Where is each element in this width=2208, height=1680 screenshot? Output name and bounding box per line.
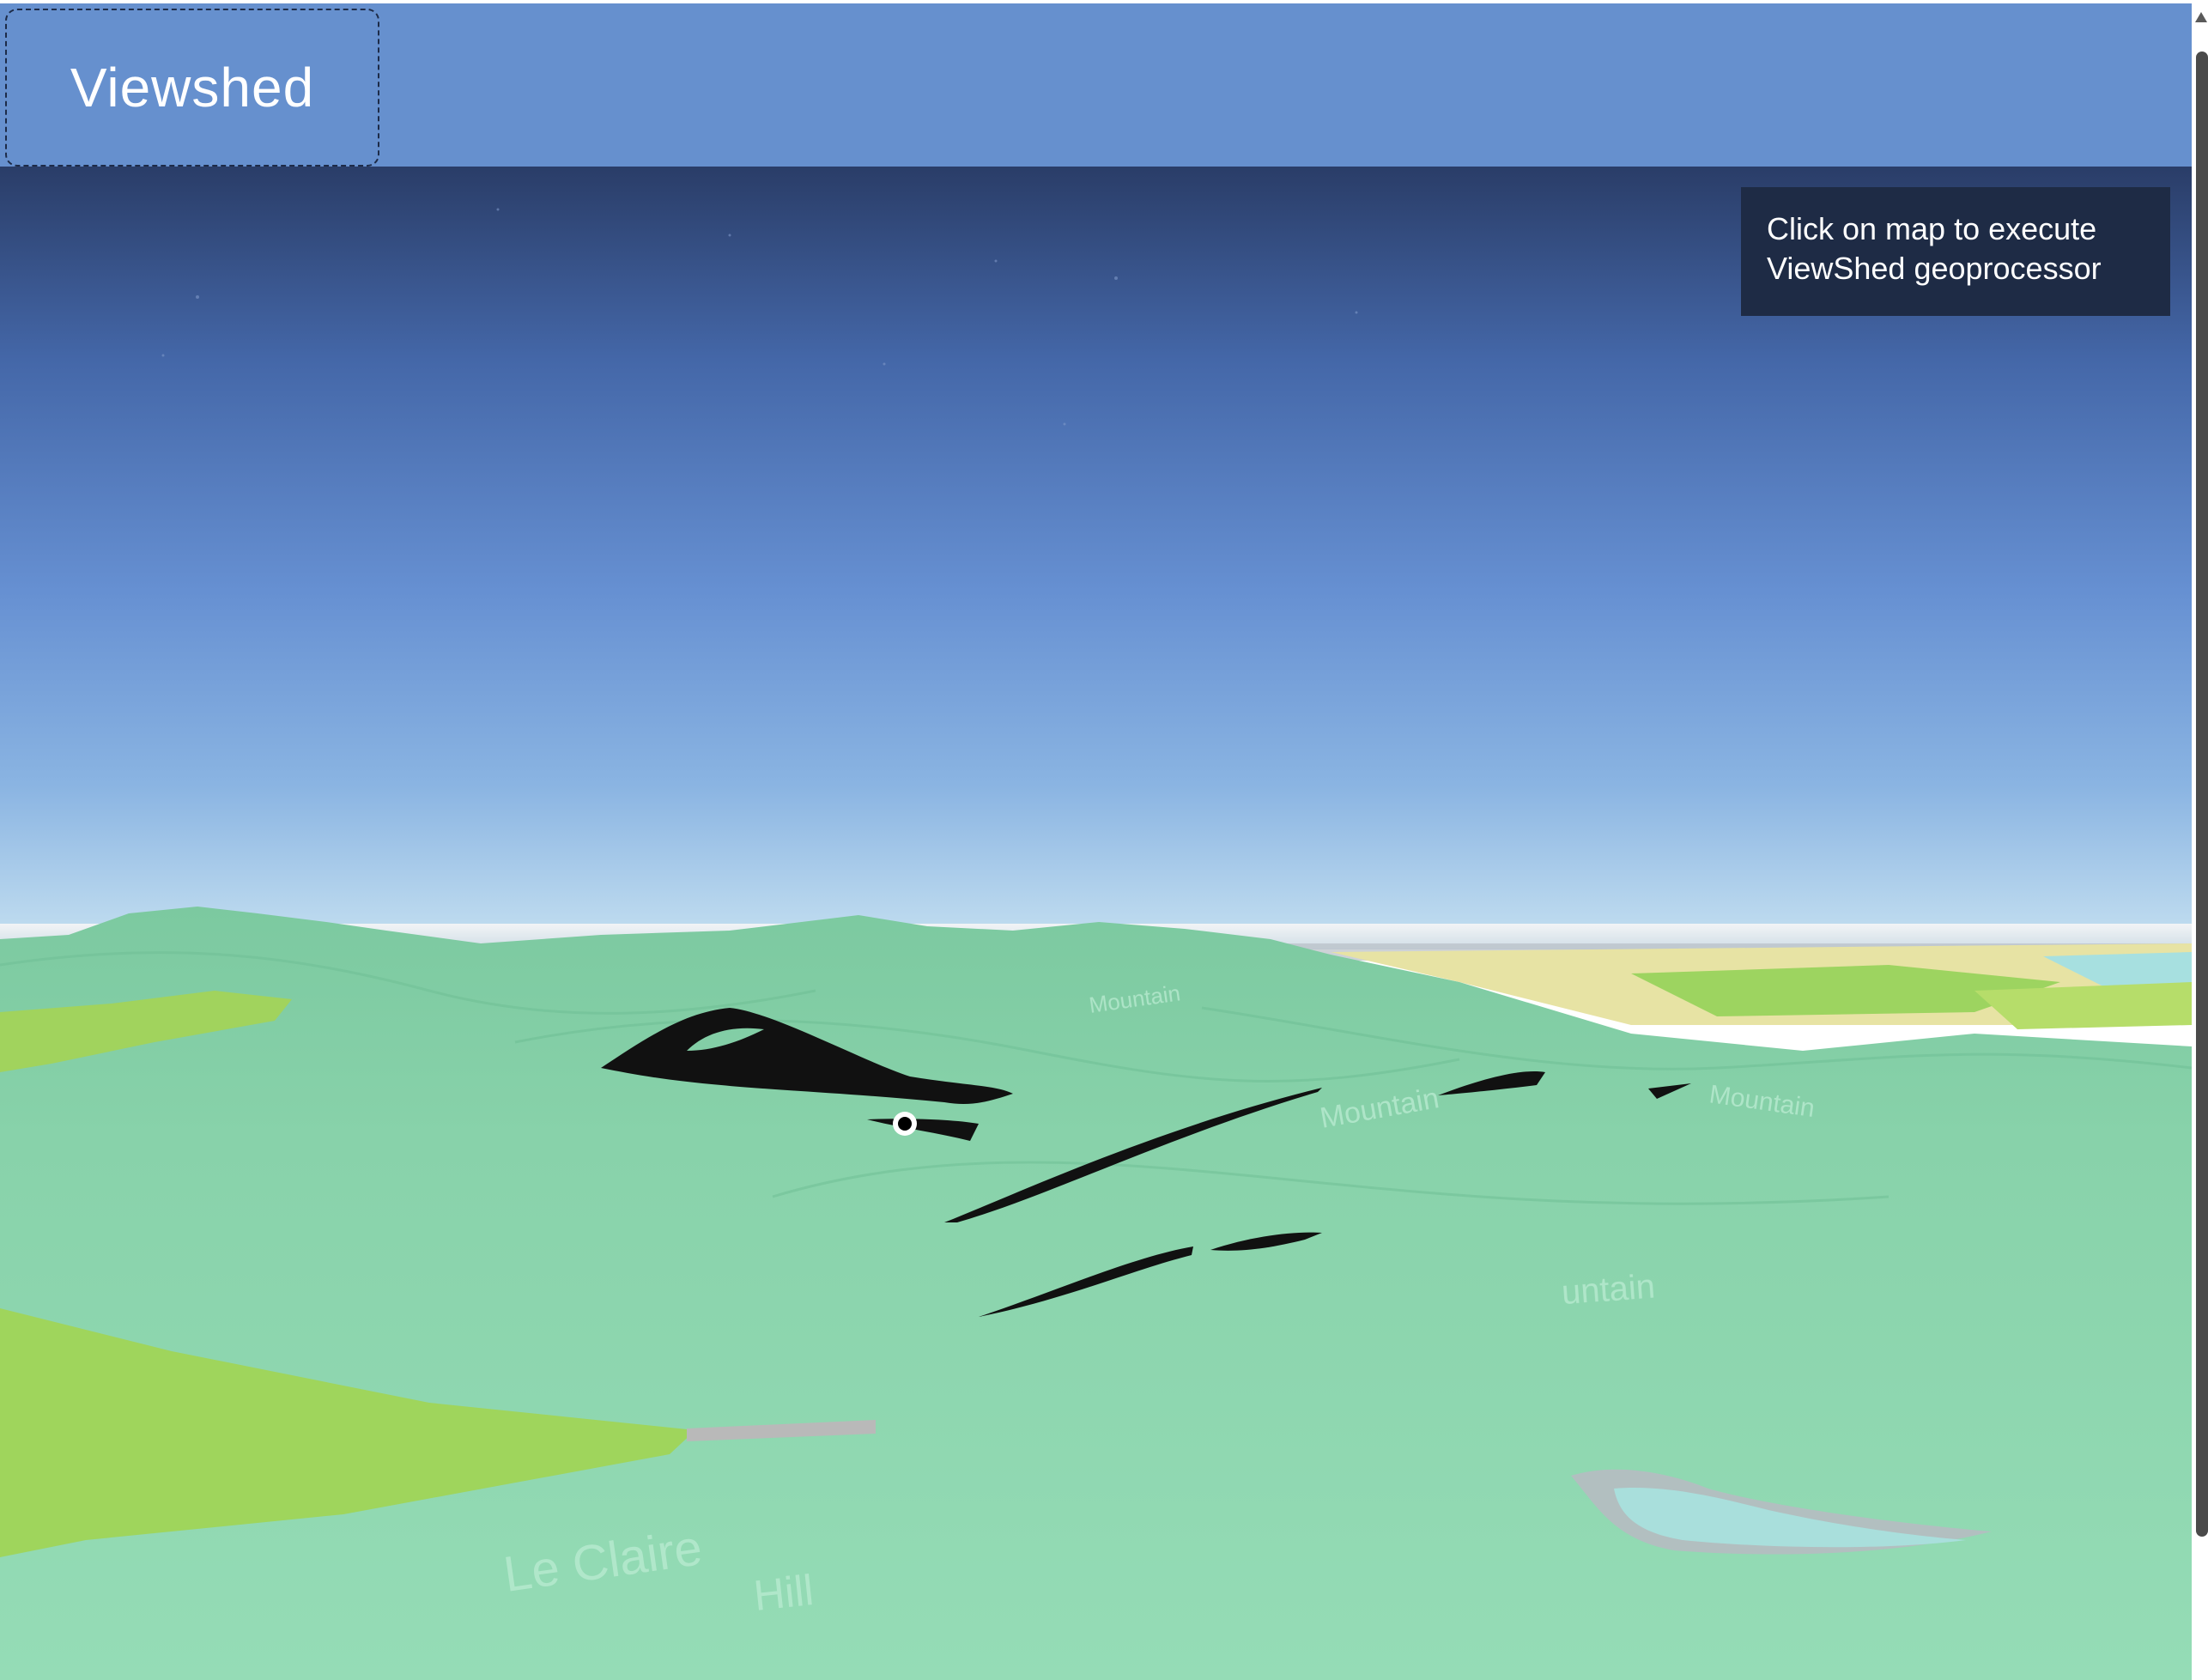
scrollbar-thumb[interactable] (2196, 52, 2208, 1537)
instruction-panel: Click on map to execute ViewShed geoproc… (1741, 187, 2170, 316)
observer-point[interactable] (898, 1117, 912, 1131)
page-title: Viewshed (70, 57, 315, 118)
terrain-label-6: Hill (751, 1566, 816, 1620)
terrain-label-4: untain (1561, 1267, 1657, 1311)
scene-view-map[interactable]: Mountain Mountain Mountain untain Le Cla… (0, 167, 2192, 1680)
header-bar: Viewshed (0, 0, 2192, 167)
app-window: Viewshed Mountain Mountain Mountain unta… (0, 0, 2208, 1680)
scroll-up-icon[interactable] (2195, 12, 2207, 22)
scene-canvas[interactable]: Mountain Mountain Mountain untain Le Cla… (0, 167, 2192, 1680)
title-button[interactable]: Viewshed (5, 9, 379, 167)
